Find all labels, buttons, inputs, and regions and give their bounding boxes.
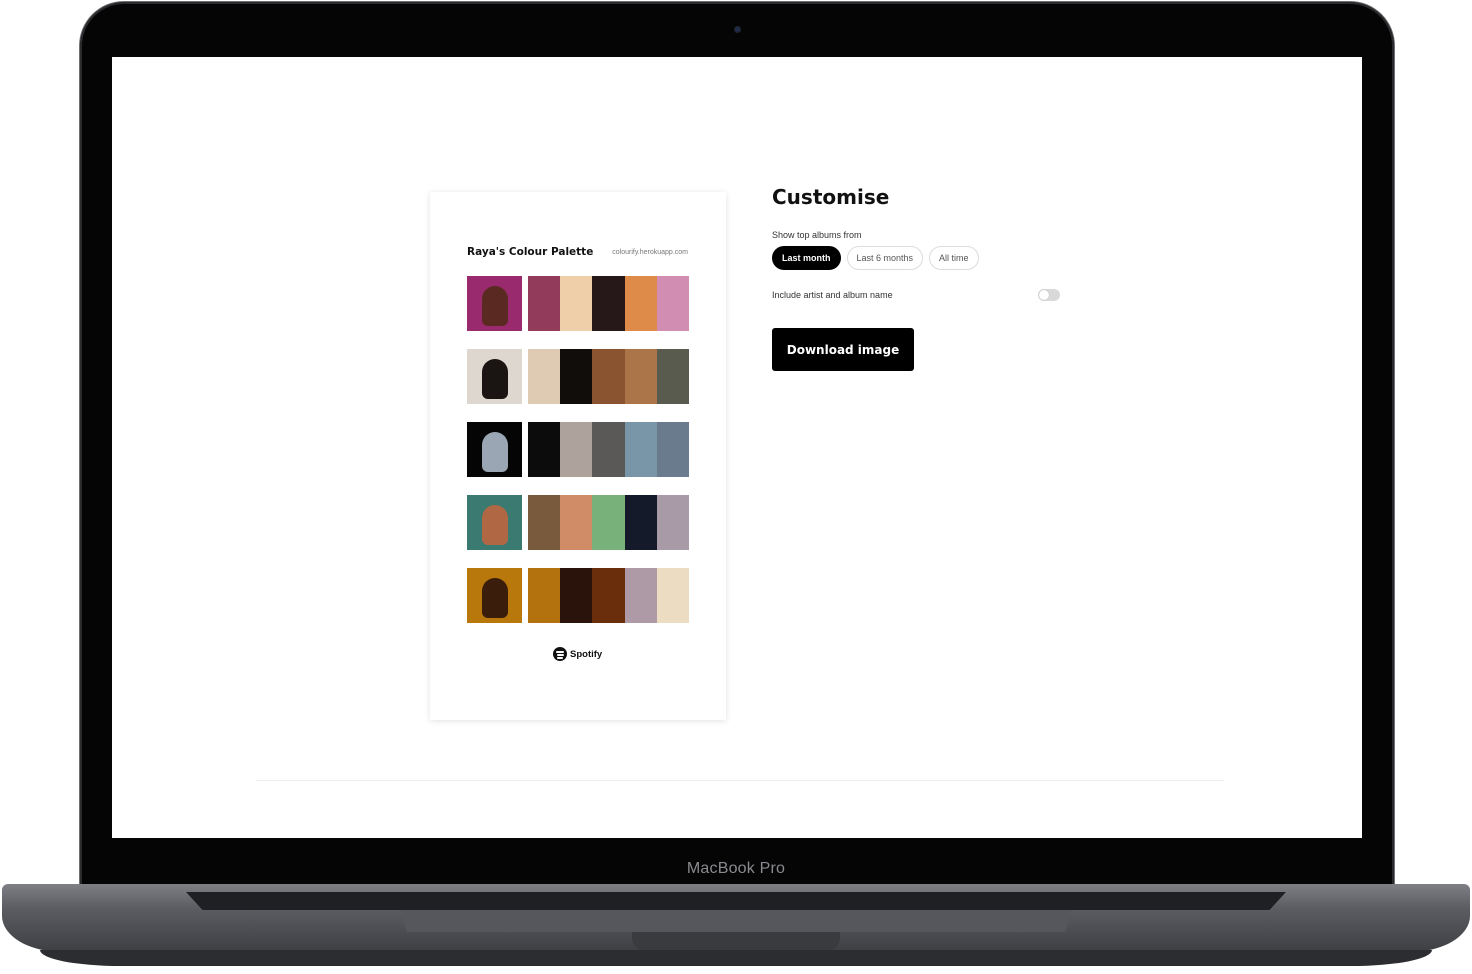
- spotify-icon: [553, 647, 567, 661]
- device-brand: MacBook Pro: [686, 860, 786, 877]
- palette-rows: [467, 276, 689, 641]
- card-url: colourify.herokuapp.com: [612, 249, 688, 256]
- color-swatch: [528, 276, 561, 331]
- color-swatch: [592, 349, 625, 404]
- screen: Raya's Colour Palette colourify.herokuap…: [112, 57, 1362, 838]
- swatch-strip: [528, 568, 689, 623]
- color-swatch: [528, 349, 561, 404]
- laptop-base-bottom: [40, 950, 1432, 966]
- card-title: Raya's Colour Palette: [467, 246, 594, 258]
- artist-album-toggle[interactable]: [1038, 289, 1060, 301]
- color-swatch: [528, 422, 561, 477]
- lid-notch: [632, 932, 840, 950]
- color-swatch: [560, 568, 593, 623]
- color-swatch: [560, 495, 593, 550]
- range-last-month[interactable]: Last month: [772, 246, 841, 270]
- palette-row: [467, 349, 689, 404]
- color-swatch: [560, 349, 593, 404]
- color-swatch: [592, 568, 625, 623]
- range-selector: Last month Last 6 months All time: [772, 246, 985, 270]
- color-swatch: [656, 495, 689, 550]
- spotify-label: Spotify: [570, 648, 603, 660]
- color-swatch: [624, 495, 657, 550]
- palette-row: [467, 495, 689, 550]
- palette-row: [467, 568, 689, 623]
- footer-divider: [256, 780, 1224, 781]
- color-swatch: [624, 568, 657, 623]
- color-swatch: [528, 495, 561, 550]
- range-all-time[interactable]: All time: [929, 246, 979, 270]
- download-button[interactable]: Download image: [772, 328, 914, 371]
- color-swatch: [592, 495, 625, 550]
- palette-row: [467, 422, 689, 477]
- color-swatch: [656, 349, 689, 404]
- range-label: Show top albums from: [772, 230, 862, 240]
- color-swatch: [656, 422, 689, 477]
- palette-card: Raya's Colour Palette colourify.herokuap…: [430, 192, 726, 720]
- palette-row: [467, 276, 689, 331]
- toggle-knob: [1039, 290, 1049, 300]
- color-swatch: [560, 276, 593, 331]
- toggle-label: Include artist and album name: [772, 290, 893, 300]
- color-swatch: [624, 422, 657, 477]
- trackpad: [400, 910, 1072, 932]
- color-swatch: [592, 422, 625, 477]
- camera-icon: [734, 26, 741, 33]
- swatch-strip: [528, 349, 689, 404]
- color-swatch: [656, 276, 689, 331]
- swatch-strip: [528, 422, 689, 477]
- color-swatch: [592, 276, 625, 331]
- keyboard: [186, 892, 1286, 910]
- swatch-strip: [528, 276, 689, 331]
- album-cover: [467, 349, 522, 404]
- color-swatch: [624, 276, 657, 331]
- customise-title: Customise: [772, 185, 890, 209]
- color-swatch: [624, 349, 657, 404]
- color-swatch: [560, 422, 593, 477]
- swatch-strip: [528, 495, 689, 550]
- range-last-6-months[interactable]: Last 6 months: [846, 246, 924, 270]
- album-cover: [467, 276, 522, 331]
- color-swatch: [528, 568, 561, 623]
- album-cover: [467, 495, 522, 550]
- spotify-logo: Spotify: [553, 647, 602, 661]
- album-cover: [467, 568, 522, 623]
- album-cover: [467, 422, 522, 477]
- color-swatch: [656, 568, 689, 623]
